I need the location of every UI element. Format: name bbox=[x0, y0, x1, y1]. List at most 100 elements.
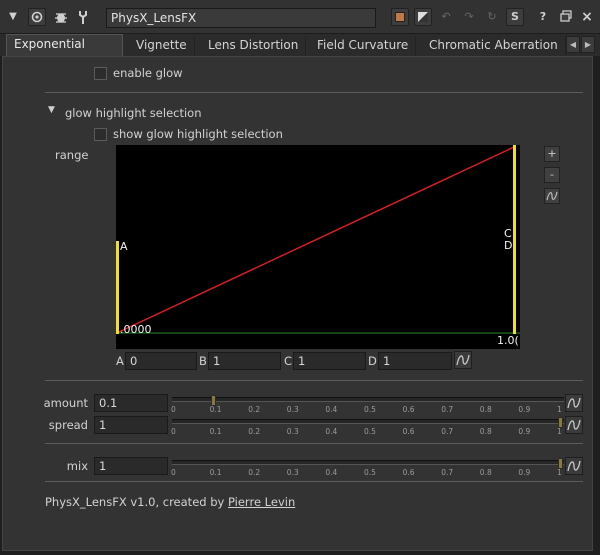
tab-vignette[interactable]: Vignette bbox=[129, 36, 195, 56]
node-color-button[interactable] bbox=[391, 8, 409, 26]
slider-tick-label: 0.3 bbox=[286, 405, 299, 414]
slider-ticks: 0 0.1 0.2 0.3 0.4 0.5 0.6 0.7 0.8 0.9 1 bbox=[171, 425, 564, 439]
spread-slider[interactable]: 0 0.1 0.2 0.3 0.4 0.5 0.6 0.7 0.8 0.9 1 bbox=[171, 417, 564, 439]
divider bbox=[45, 443, 583, 444]
tab-exponential-glow[interactable]: Exponential Glow bbox=[6, 34, 123, 70]
slider-tick-label: 1 bbox=[557, 405, 562, 414]
bug-icon[interactable] bbox=[52, 8, 70, 26]
spread-field[interactable]: 1 bbox=[94, 416, 168, 434]
range-curve-editor[interactable]: A C D .0000 1.0( bbox=[116, 145, 520, 349]
amount-animation-icon[interactable] bbox=[565, 394, 583, 412]
amount-label: amount bbox=[43, 396, 88, 410]
abcd-animation-icon[interactable] bbox=[454, 351, 472, 369]
slider-tick-label: 0.9 bbox=[518, 427, 531, 436]
slider-tick-label: 0 bbox=[171, 427, 176, 436]
curve-zoom-in-button[interactable]: + bbox=[544, 146, 560, 162]
slider-tick-label: 0.2 bbox=[248, 405, 261, 414]
tab-scroll-left-icon[interactable]: ◀ bbox=[566, 36, 580, 53]
float-window-icon[interactable] bbox=[557, 8, 575, 26]
mix-field[interactable]: 1 bbox=[94, 457, 168, 475]
slider-ticks: 0 0.1 0.2 0.3 0.4 0.5 0.6 0.7 0.8 0.9 1 bbox=[171, 403, 564, 417]
mix-animation-icon[interactable] bbox=[565, 457, 583, 475]
s-button[interactable]: S bbox=[506, 8, 524, 26]
amount-field[interactable]: 0.1 bbox=[94, 394, 168, 412]
wrench-icon[interactable] bbox=[74, 8, 92, 26]
revert-icon[interactable]: ↻ bbox=[483, 8, 501, 26]
undo-icon[interactable]: ↶ bbox=[437, 8, 455, 26]
slider-tick-label: 0.7 bbox=[441, 427, 454, 436]
slider-tick-label: 0.9 bbox=[518, 468, 531, 477]
slider-tick-label: 0.6 bbox=[402, 468, 415, 477]
slider-tick-label: 0.2 bbox=[248, 468, 261, 477]
author-link[interactable]: Pierre Levin bbox=[228, 495, 295, 509]
slider-tick-label: 0.7 bbox=[441, 468, 454, 477]
slider-tick-label: 0.8 bbox=[479, 427, 492, 436]
divider bbox=[45, 481, 583, 482]
footer-prefix: PhysX_LensFX v1.0, created by bbox=[45, 495, 228, 509]
slider-tick-label: 1 bbox=[557, 427, 562, 436]
slider-tick-label: 0.5 bbox=[364, 405, 376, 414]
slider-track bbox=[172, 397, 564, 402]
slider-tick-label: 0.4 bbox=[325, 427, 338, 436]
curve-zoom-out-button[interactable]: - bbox=[544, 167, 560, 183]
node-name-field[interactable]: PhysX_LensFX bbox=[106, 8, 376, 28]
curve-bar-right bbox=[513, 145, 516, 334]
glow-highlight-section-title: glow highlight selection bbox=[65, 106, 202, 120]
tab-lens-distortion[interactable]: Lens Distortion bbox=[201, 36, 307, 56]
redo-icon[interactable]: ↷ bbox=[460, 8, 478, 26]
slider-tick-label: 0.3 bbox=[286, 468, 299, 477]
abcd-field-a[interactable]: 0 bbox=[125, 352, 197, 370]
mix-slider[interactable]: 0 0.1 0.2 0.3 0.4 0.5 0.6 0.7 0.8 0.9 1 bbox=[171, 458, 564, 480]
slider-track bbox=[172, 419, 564, 424]
section-collapse-triangle-icon[interactable]: ▼ bbox=[48, 105, 55, 115]
curve-fit-icon[interactable] bbox=[544, 188, 560, 204]
show-glow-highlight-checkbox[interactable] bbox=[94, 128, 107, 141]
close-icon[interactable]: × bbox=[578, 8, 596, 26]
slider-handle[interactable] bbox=[210, 395, 216, 406]
enable-glow-checkbox[interactable] bbox=[94, 67, 107, 80]
curve-label-zero: .0000 bbox=[120, 323, 152, 336]
slider-tick-label: 1 bbox=[557, 468, 562, 477]
slider-tick-label: 0.8 bbox=[479, 468, 492, 477]
slider-tick-label: 0 bbox=[171, 405, 176, 414]
slider-handle[interactable] bbox=[558, 458, 563, 469]
divider bbox=[45, 380, 583, 381]
abcd-field-c[interactable]: 1 bbox=[293, 352, 366, 370]
node-title-bar: ▼ PhysX_LensFX ↶ ↷ ↻ S ? × bbox=[0, 0, 600, 34]
slider-tick-label: 0.5 bbox=[364, 427, 376, 436]
slider-handle[interactable] bbox=[558, 417, 563, 428]
slider-tick-label: 0.4 bbox=[325, 468, 338, 477]
tab-bar: Exponential Glow Vignette Lens Distortio… bbox=[0, 34, 600, 70]
abcd-label-b: B bbox=[199, 354, 207, 368]
slider-tick-label: 0.6 bbox=[402, 405, 415, 414]
slider-tick-label: 0.5 bbox=[364, 468, 376, 477]
tab-chromatic-aberration[interactable]: Chromatic Aberration bbox=[422, 36, 566, 56]
collapse-triangle-icon[interactable]: ▼ bbox=[4, 8, 22, 26]
slider-tick-label: 0.9 bbox=[518, 405, 531, 414]
tab-field-curvature[interactable]: Field Curvature bbox=[310, 36, 417, 56]
slider-tick-label: 0 bbox=[171, 468, 176, 477]
slider-tick-label: 0.4 bbox=[325, 405, 338, 414]
viewer-icon[interactable] bbox=[28, 8, 46, 26]
spread-animation-icon[interactable] bbox=[565, 416, 583, 434]
default-color-icon[interactable] bbox=[414, 8, 432, 26]
abcd-field-d[interactable]: 1 bbox=[378, 352, 452, 370]
abcd-label-d: D bbox=[368, 354, 377, 368]
curve-line bbox=[118, 146, 515, 333]
slider-tick-label: 0.8 bbox=[479, 405, 492, 414]
color-swatch bbox=[395, 12, 405, 22]
curve-label-d: D bbox=[504, 239, 513, 252]
abcd-label-a: A bbox=[116, 354, 124, 368]
divider bbox=[45, 92, 583, 93]
abcd-field-b[interactable]: 1 bbox=[208, 352, 281, 370]
slider-tick-label: 0.7 bbox=[441, 405, 454, 414]
slider-tick-label: 0.6 bbox=[402, 427, 415, 436]
curve-bar-left bbox=[116, 241, 119, 334]
slider-tick-label: 0.1 bbox=[209, 405, 222, 414]
curve-label-a: A bbox=[120, 240, 128, 253]
tab-scroll-right-icon[interactable]: ▶ bbox=[581, 36, 595, 53]
amount-slider[interactable]: 0 0.1 0.2 0.3 0.4 0.5 0.6 0.7 0.8 0.9 1 bbox=[171, 395, 564, 417]
exponential-glow-panel: enable glow ▼ glow highlight selection s… bbox=[2, 56, 593, 551]
footer-credit: PhysX_LensFX v1.0, created by Pierre Lev… bbox=[45, 495, 295, 509]
help-button[interactable]: ? bbox=[534, 8, 552, 26]
